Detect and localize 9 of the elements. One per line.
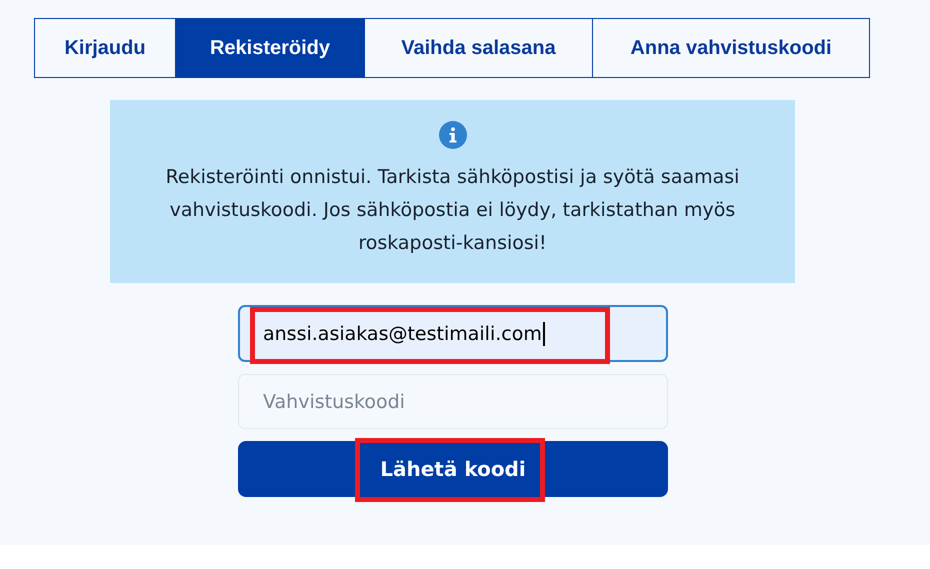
tab[interactable]: Rekisteröidy [175,18,365,78]
input-field[interactable]: Vahvistuskoodi [238,374,668,429]
notice-message: Rekisteröinti onnistui. Tarkista sähköpostisi ja syötä saamasi vahvistuskoodi. Jos sähköpostia ei löydy, tarkistathan myös roskaposti-kansiosi! [164,165,740,256]
tab[interactable]: Kirjaudu [34,18,176,78]
tab[interactable]: Vaihda salasana [364,18,593,78]
text-cursor [542,322,545,346]
info-icon [438,121,466,149]
send-code-button[interactable]: Lähetä koodi [238,441,668,497]
tab[interactable]: Anna vahvistuskoodi [592,18,870,78]
